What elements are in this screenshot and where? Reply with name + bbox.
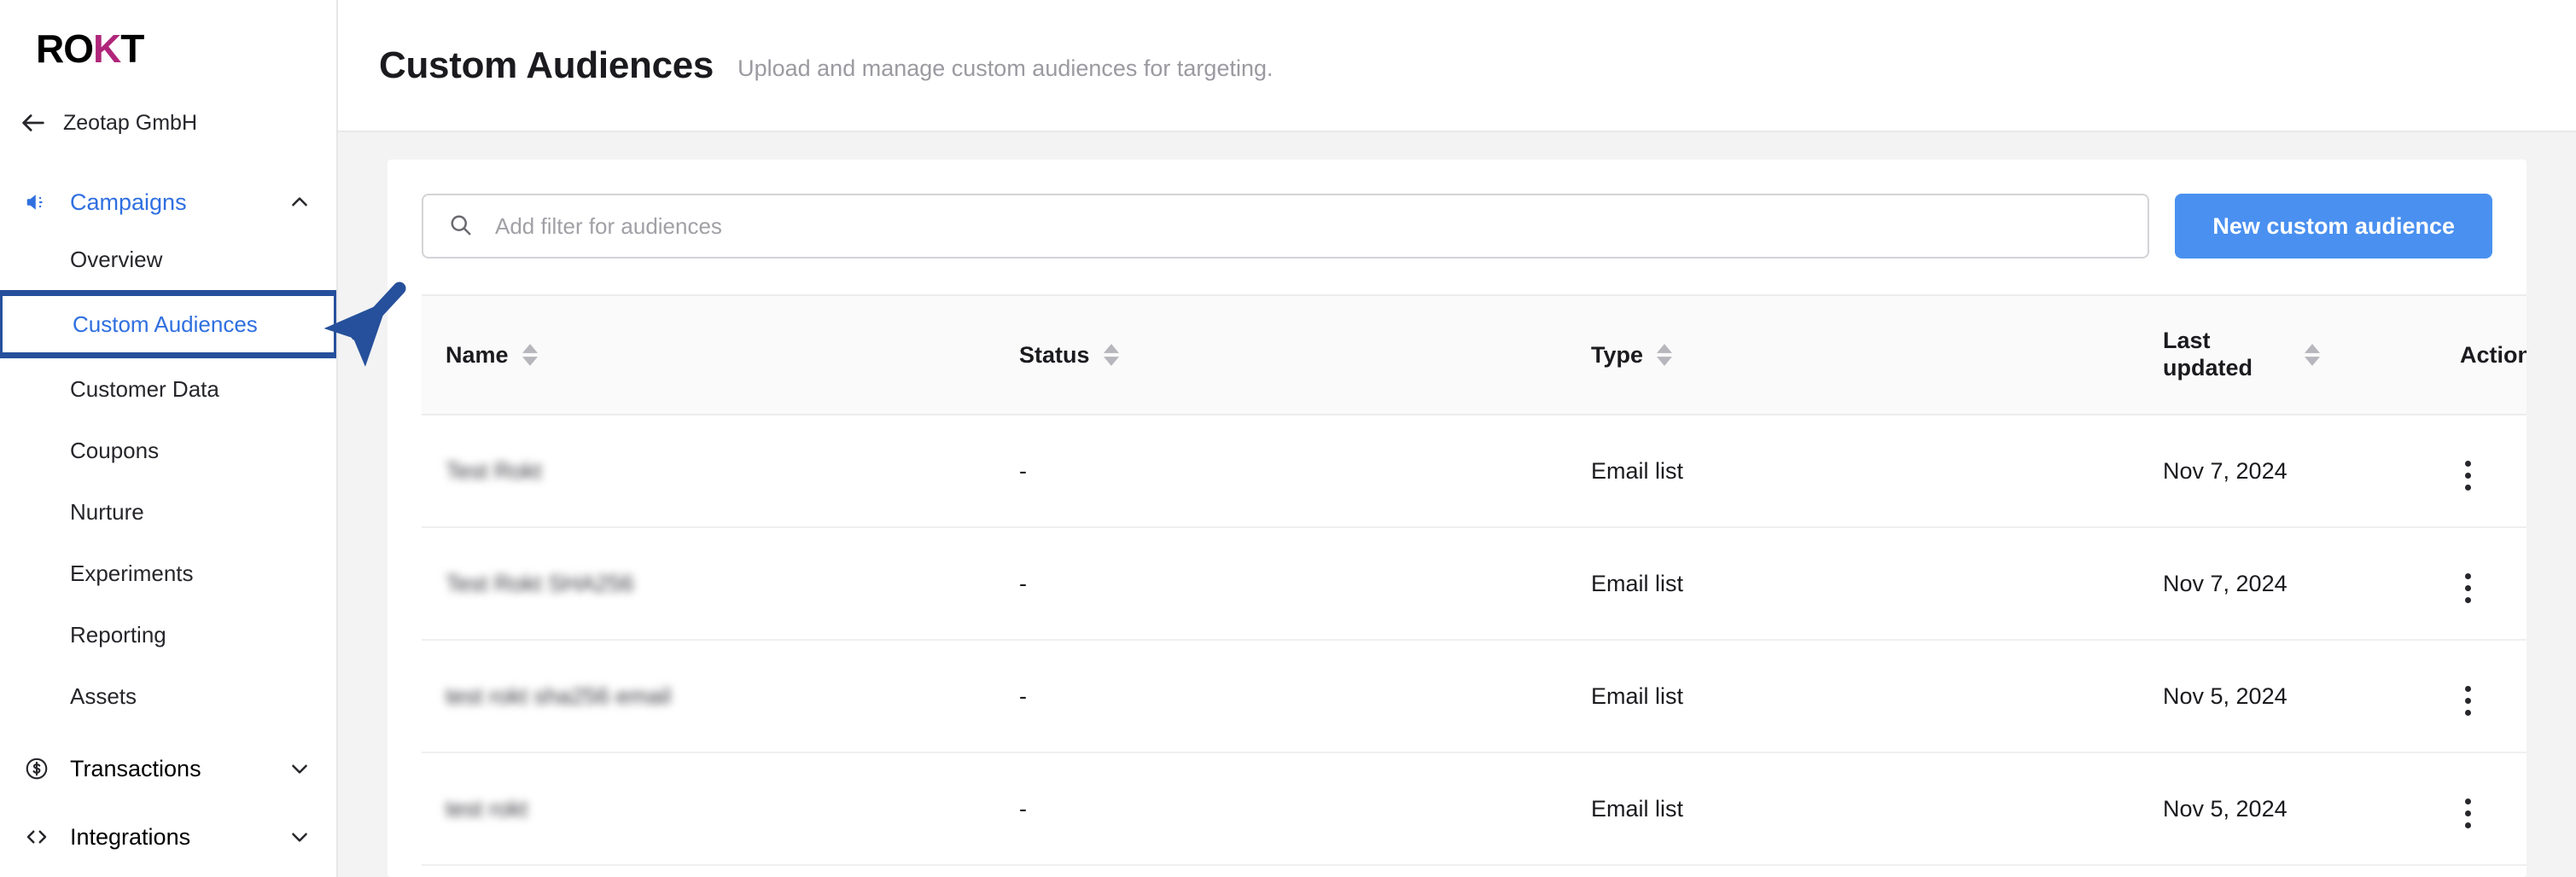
sidebar: ROKT Zeotap GmbH	[0, 0, 338, 877]
table-row[interactable]: test rokt - Email list Nov 5, 2024	[422, 752, 2526, 865]
sort-icon[interactable]	[2305, 344, 2320, 366]
cell-actions	[2436, 527, 2526, 640]
sidebar-item-experiments[interactable]: Experiments	[0, 543, 336, 604]
sidebar-group-label: Transactions	[70, 756, 287, 782]
column-label: Actions	[2460, 342, 2526, 368]
back-label: Zeotap GmbH	[63, 111, 197, 136]
main-area: Custom Audiences Upload and manage custo…	[338, 0, 2576, 877]
cell-type: Email list	[1591, 752, 2163, 865]
cell-status: -	[1019, 527, 1591, 640]
page-subtitle: Upload and manage custom audiences for t…	[737, 49, 1273, 82]
table-row[interactable]: Test Rokt SHA256 - Email list Nov 7, 202…	[422, 527, 2526, 640]
page-header: Custom Audiences Upload and manage custo…	[338, 0, 2576, 132]
column-header-name[interactable]: Name	[422, 295, 1019, 415]
sort-icon[interactable]	[1657, 344, 1672, 366]
chevron-down-icon[interactable]	[287, 826, 311, 848]
cell-last-updated: Nov 7, 2024	[2163, 415, 2436, 527]
search-field[interactable]	[422, 194, 2149, 258]
arrow-left-icon	[19, 108, 48, 137]
sidebar-group-campaigns[interactable]: Campaigns	[0, 176, 336, 229]
sidebar-item-customer-data[interactable]: Customer Data	[0, 358, 336, 420]
table-toolbar: New custom audience	[422, 194, 2492, 258]
cell-type: Email list	[1591, 527, 2163, 640]
audience-name-redacted: test rokt sha256 email	[446, 683, 671, 710]
column-header-type[interactable]: Type	[1591, 295, 2163, 415]
cell-actions	[2436, 415, 2526, 527]
sidebar-item-label: Coupons	[70, 438, 159, 464]
sidebar-item-assets[interactable]: Assets	[0, 665, 336, 727]
row-actions-menu-icon[interactable]	[2460, 456, 2476, 496]
sidebar-nav: Campaigns Overview Custom Audiences Cust…	[0, 176, 336, 863]
cell-type: Email list	[1591, 640, 2163, 752]
cell-actions	[2436, 752, 2526, 865]
table-body: Test Rokt - Email list Nov 7, 2024 Tes	[422, 415, 2526, 865]
cell-name: test rokt sha256 email	[422, 640, 1019, 752]
column-label: Last updated	[2163, 328, 2291, 382]
sidebar-item-label: Overview	[70, 247, 162, 273]
table-head: Name Status	[422, 295, 2526, 415]
cell-status: -	[1019, 640, 1591, 752]
cell-name: Test Rokt SHA256	[422, 527, 1019, 640]
table-row[interactable]: Test Rokt - Email list Nov 7, 2024	[422, 415, 2526, 527]
cell-name: test rokt	[422, 752, 1019, 865]
sidebar-group-label: Integrations	[70, 824, 287, 851]
audiences-table: Name Status	[422, 294, 2526, 866]
column-label: Type	[1591, 342, 1643, 369]
table-row[interactable]: test rokt sha256 email - Email list Nov …	[422, 640, 2526, 752]
megaphone-icon	[24, 189, 58, 215]
cell-actions	[2436, 640, 2526, 752]
column-label: Status	[1019, 342, 1090, 369]
sidebar-group-integrations[interactable]: Integrations	[0, 810, 336, 863]
brand-logo[interactable]: ROKT	[0, 0, 336, 96]
audiences-card: New custom audience Name	[388, 160, 2526, 877]
page-title: Custom Audiences	[379, 44, 714, 87]
column-label: Name	[446, 342, 509, 369]
sidebar-group-transactions[interactable]: Transactions	[0, 742, 336, 795]
cell-status: -	[1019, 752, 1591, 865]
sort-icon[interactable]	[522, 344, 538, 366]
new-custom-audience-button[interactable]: New custom audience	[2175, 194, 2492, 258]
sidebar-item-label: Customer Data	[70, 376, 219, 403]
sidebar-group-label: Campaigns	[70, 189, 287, 216]
audience-name-redacted: Test Rokt	[446, 458, 542, 485]
sidebar-item-nurture[interactable]: Nurture	[0, 481, 336, 543]
chevron-up-icon[interactable]	[287, 191, 311, 213]
cell-last-updated: Nov 5, 2024	[2163, 752, 2436, 865]
dollar-circle-icon	[24, 756, 58, 781]
sidebar-item-label: Assets	[70, 683, 137, 710]
sidebar-item-label: Reporting	[70, 622, 166, 648]
rokt-logo-text: ROKT	[36, 29, 143, 68]
sidebar-item-coupons[interactable]: Coupons	[0, 420, 336, 481]
table-header-row: Name Status	[422, 295, 2526, 415]
sidebar-item-reporting[interactable]: Reporting	[0, 604, 336, 665]
back-to-account-button[interactable]: Zeotap GmbH	[0, 99, 336, 147]
sidebar-item-custom-audiences[interactable]: Custom Audiences	[0, 290, 338, 358]
cell-last-updated: Nov 7, 2024	[2163, 527, 2436, 640]
column-header-last-updated[interactable]: Last updated	[2163, 295, 2436, 415]
content-region: New custom audience Name	[338, 132, 2576, 877]
sort-icon[interactable]	[1104, 344, 1119, 366]
row-actions-menu-icon[interactable]	[2460, 568, 2476, 608]
sidebar-item-label: Experiments	[70, 560, 194, 587]
row-actions-menu-icon[interactable]	[2460, 793, 2476, 833]
code-brackets-icon	[24, 824, 58, 850]
column-header-status[interactable]: Status	[1019, 295, 1591, 415]
audience-name-redacted: Test Rokt SHA256	[446, 571, 634, 597]
sidebar-item-overview[interactable]: Overview	[0, 229, 336, 290]
cell-type: Email list	[1591, 415, 2163, 527]
cell-status: -	[1019, 415, 1591, 527]
cell-last-updated: Nov 5, 2024	[2163, 640, 2436, 752]
column-header-actions: Actions	[2436, 295, 2526, 415]
audience-name-redacted: test rokt	[446, 796, 527, 822]
row-actions-menu-icon[interactable]	[2460, 681, 2476, 721]
app-root: ROKT Zeotap GmbH	[0, 0, 2576, 877]
cell-name: Test Rokt	[422, 415, 1019, 527]
sidebar-item-label: Nurture	[70, 499, 144, 526]
search-input[interactable]	[495, 195, 2148, 257]
sidebar-item-label: Custom Audiences	[73, 311, 258, 338]
chevron-down-icon[interactable]	[287, 758, 311, 780]
search-icon	[447, 212, 473, 241]
